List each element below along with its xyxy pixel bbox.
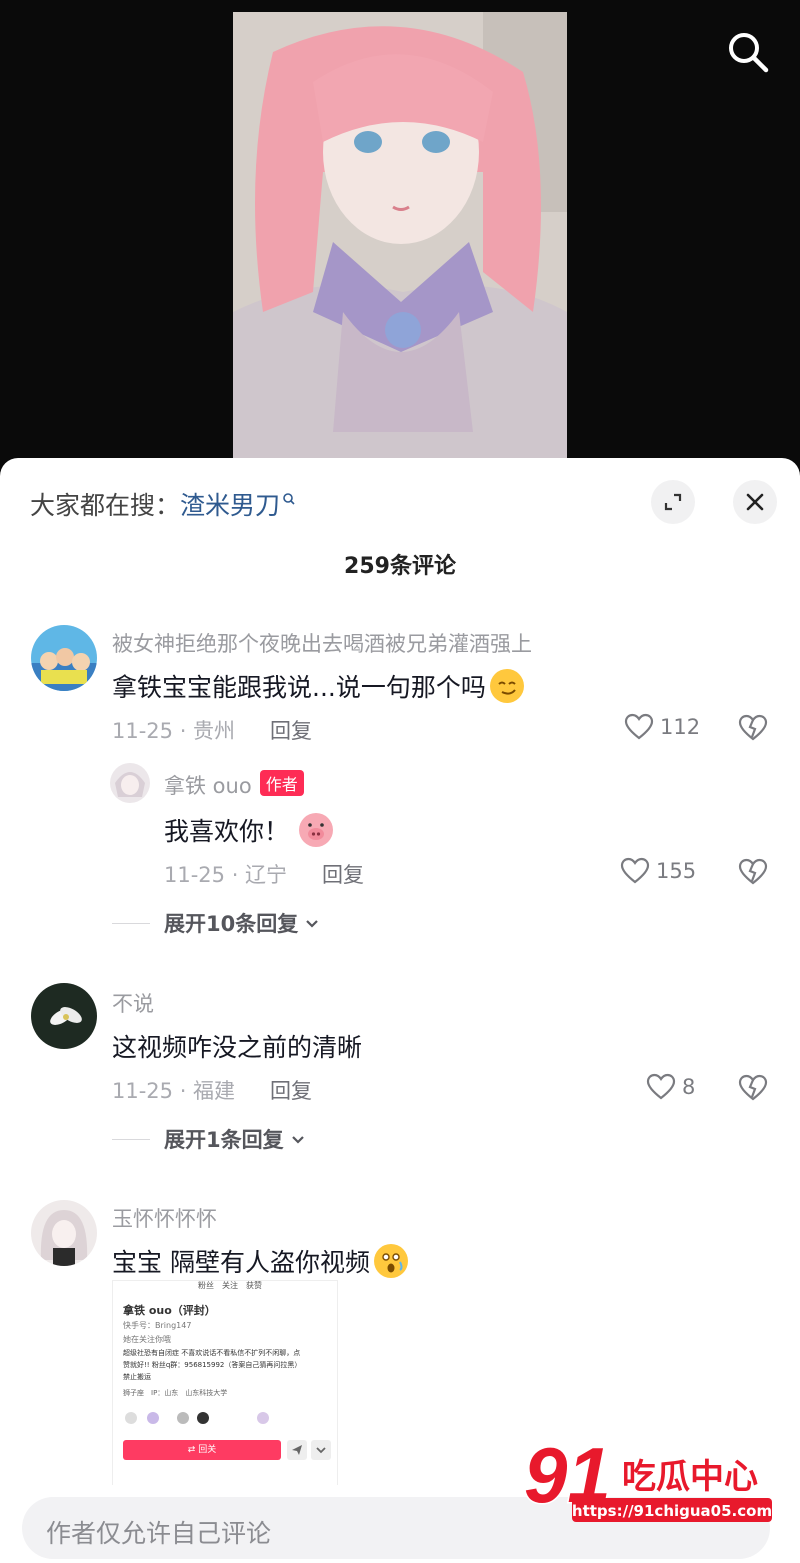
shot-send-icon [287,1440,307,1460]
avatar[interactable] [31,983,97,1049]
reply-date-location: 11-25 · 辽宁 [164,863,288,887]
avatar-image [31,1200,97,1266]
chevron-down-icon [306,920,319,928]
video-player[interactable] [0,0,800,470]
small-search-icon [283,493,295,505]
comment-input-placeholder: 作者仅允许自己评论 [46,1519,272,1548]
expand-replies-label: 展开10条回复 [164,912,299,936]
watermark-logo: 91 吃瓜中心 https://91chigua05.com [522,1430,780,1546]
shot-id: 快手号：Bring147 [123,1321,192,1330]
avatar-image [31,983,97,1049]
broken-heart-icon [738,1074,768,1101]
pig-emoji-icon [299,813,334,847]
shot-link-icons [125,1412,269,1424]
shot-stats: 粉丝 关注 获赞 [198,1281,262,1290]
comment-username[interactable]: 玉怀怀怀怀 [112,1203,217,1233]
watermark-name: 吃瓜中心 [622,1457,758,1497]
reply-button[interactable]: 回复 [270,715,312,745]
like-button[interactable]: 112 [624,713,700,741]
shot-name: 拿铁 ouo（评封） [123,1304,216,1317]
comment-count: 259条评论 [344,554,456,579]
shot-bio-line-1: 超级社恐有自闭症 不喜欢说话不看私信不扩列不闲聊，点 [123,1349,301,1357]
reply-text-content: 我喜欢你！ [164,817,290,846]
author-badge: 作者 [259,770,304,796]
smirk-emoji-icon [489,669,524,703]
shot-tags: 狮子座 IP：山东 山东科技大学 [123,1389,228,1397]
avatar[interactable] [31,625,97,691]
reply-username: 拿铁 ouo 作者 [164,770,304,800]
heart-icon [620,857,650,884]
like-button[interactable]: 155 [620,857,696,885]
reply-username-text[interactable]: 拿铁 ouo [164,774,252,798]
hot-search-term[interactable]: 渣米男刀 [180,491,280,520]
avatar-image [110,763,150,803]
like-count: 155 [656,859,697,883]
heart-icon [646,1073,676,1100]
shot-follows-you: 她在关注你哦 [123,1335,171,1344]
chevron-down-icon [291,1136,304,1144]
comment-text-content: 宝宝 隔壁有人盗你视频 [112,1248,370,1277]
avatar[interactable] [31,1200,97,1266]
comment-username[interactable]: 被女神拒绝那个夜晚出去喝酒被兄弟灌酒强上 [112,628,532,658]
dislike-button[interactable] [738,858,768,890]
comments-panel: 大家都在搜：渣米男刀 259条评论 被女神拒绝那个夜晚出去喝酒被兄弟灌酒强上 拿… [0,458,800,1563]
heart-icon [624,713,654,740]
expand-panel-button[interactable] [651,480,695,524]
comment-text: 宝宝 隔壁有人盗你视频 [112,1243,408,1279]
watermark-graphic: 91 吃瓜中心 https://91chigua05.com [523,1430,772,1522]
like-count: 8 [682,1075,696,1099]
comment-date-location: 11-25 · 福建 [112,1079,236,1103]
like-button[interactable]: 8 [646,1073,695,1101]
reply-button[interactable]: 回复 [322,859,364,889]
shot-bio-line-2: 赞就好!! 粉丝q群：956815992（答案自己猜再问拉黑） [123,1361,302,1369]
hot-search-bar: 大家都在搜：渣米男刀 [30,486,296,522]
dislike-button[interactable] [738,714,768,746]
expand-replies-button[interactable]: 展开10条回复 [112,908,322,938]
close-button[interactable] [733,480,777,524]
comment-attached-image[interactable]: 粉丝 关注 获赞 拿铁 ouo（评封） 快手号：Bring147 她在关注你哦 … [112,1280,338,1490]
like-count: 112 [660,715,701,739]
divider-line [112,922,150,924]
comment-text-content: 拿铁宝宝能跟我说...说一句那个吗 [112,673,486,702]
expand-icon [664,493,682,511]
avatar-image [31,625,97,691]
close-icon [746,493,764,511]
expand-replies-label: 展开1条回复 [164,1128,284,1152]
dislike-button[interactable] [738,1074,768,1106]
comment-text: 拿铁宝宝能跟我说...说一句那个吗 [112,668,524,704]
shot-bio-line-3: 禁止搬运 [123,1373,151,1381]
comment-date-location: 11-25 · 贵州 [112,719,236,743]
expand-replies-button[interactable]: 展开1条回复 [112,1124,308,1154]
shot-chevron-icon [311,1440,331,1460]
comment-username[interactable]: 不说 [112,988,154,1018]
broken-heart-icon [738,714,768,741]
comment-text: 这视频咋没之前的清晰 [112,1033,363,1062]
hot-search-prefix: 大家都在搜： [30,491,181,520]
broken-heart-icon [738,858,768,885]
search-icon [729,33,769,73]
watermark-url: https://91chigua05.com [572,1502,772,1520]
video-frame[interactable] [233,12,567,470]
search-button[interactable] [722,26,774,78]
divider-line [112,1138,150,1140]
shocked-emoji-icon [373,1244,408,1278]
shot-follow-back-button: ⇄ 回关 [123,1440,281,1460]
reply-text: 我喜欢你！ [164,812,334,848]
reply-avatar[interactable] [110,763,150,803]
reply-button[interactable]: 回复 [270,1075,312,1105]
video-thumbnail-image [233,12,567,470]
